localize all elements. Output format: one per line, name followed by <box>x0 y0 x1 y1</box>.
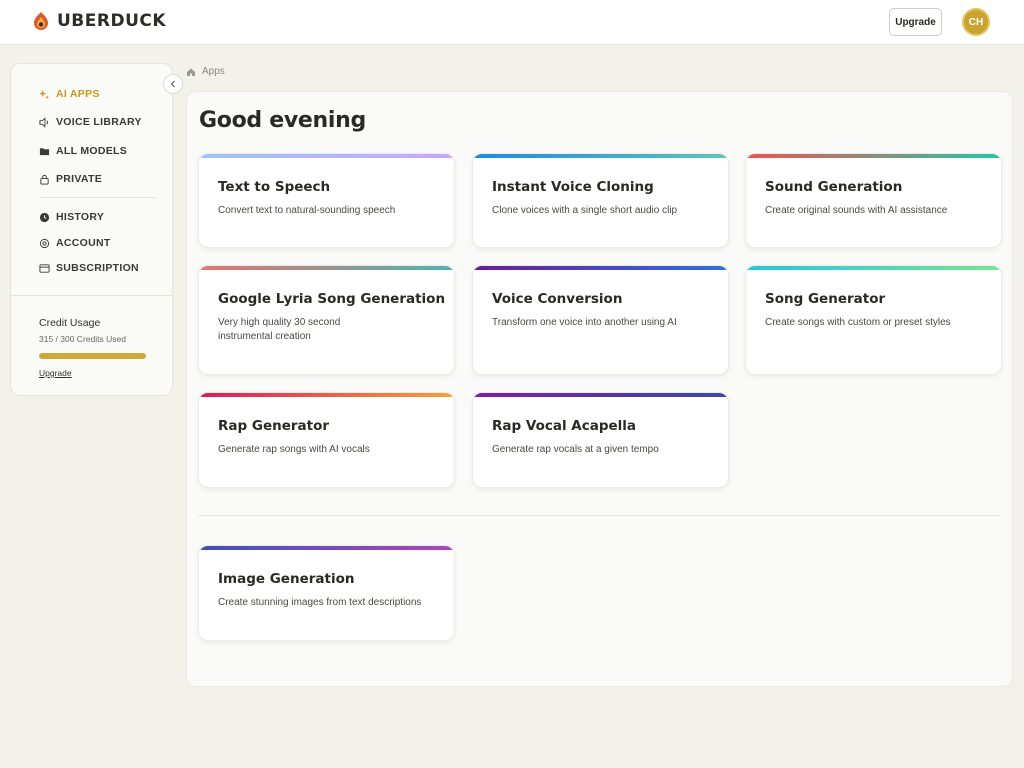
top-bar: UBERDUCK Upgrade CH <box>0 0 1024 45</box>
card-accent-bar <box>746 154 1001 158</box>
card-title: Rap Generator <box>218 418 330 434</box>
card-accent-bar <box>473 266 728 270</box>
card-title: Rap Vocal Acapella <box>492 418 637 434</box>
sidebar-item-ai-apps[interactable]: AI APPS <box>39 85 100 103</box>
card-accent-bar <box>746 266 1001 270</box>
app-card-image-generation[interactable]: Image Generation Create stunning images … <box>198 545 455 641</box>
breadcrumb: Apps <box>186 66 225 77</box>
credit-usage-bar <box>39 353 146 359</box>
sidebar-item-label: VOICE LIBRARY <box>56 116 142 128</box>
sidebar-item-all-models[interactable]: ALL MODELS <box>39 142 127 160</box>
upgrade-button[interactable]: Upgrade <box>889 8 942 36</box>
home-icon[interactable] <box>186 67 196 77</box>
card-accent-bar <box>199 154 454 158</box>
app-card-song-generator[interactable]: Song Generator Create songs with custom … <box>745 265 1002 375</box>
sidebar-section-divider <box>11 295 172 296</box>
sidebar-item-label: SUBSCRIPTION <box>56 262 139 274</box>
card-accent-bar <box>473 393 728 397</box>
card-title: Text to Speech <box>218 179 331 195</box>
card-accent-bar <box>199 546 454 550</box>
lock-icon <box>40 174 49 185</box>
folder-icon <box>39 147 50 155</box>
user-avatar[interactable]: CH <box>962 8 990 36</box>
card-accent-bar <box>473 154 728 158</box>
app-card-google-lyria-song-generation[interactable]: Google Lyria Song Generation Very high q… <box>198 265 455 375</box>
card-description: Create stunning images from text descrip… <box>218 597 422 608</box>
sparkle-icon <box>39 89 50 99</box>
card-title: Google Lyria Song Generation <box>218 291 446 307</box>
app-card-instant-voice-cloning[interactable]: Instant Voice Cloning Clone voices with … <box>472 153 729 248</box>
card-title: Voice Conversion <box>492 291 623 307</box>
gear-icon <box>39 238 50 248</box>
app-card-voice-conversion[interactable]: Voice Conversion Transform one voice int… <box>472 265 729 375</box>
card-title: Song Generator <box>765 291 886 307</box>
card-title: Instant Voice Cloning <box>492 179 654 195</box>
card-description: Very high quality 30 second instrumental… <box>218 317 341 342</box>
brand-logo[interactable]: UBERDUCK <box>31 11 166 31</box>
sidebar-item-label: PRIVATE <box>56 173 103 185</box>
section-divider <box>198 515 1001 516</box>
brand-name: UBERDUCK <box>57 11 167 31</box>
uberduck-logo-icon <box>34 12 48 30</box>
credit-usage-title: Credit Usage <box>39 317 101 329</box>
card-title: Image Generation <box>218 571 355 587</box>
credit-upgrade-link[interactable]: Upgrade <box>39 368 72 378</box>
app-card-rap-vocal-acapella[interactable]: Rap Vocal Acapella Generate rap vocals a… <box>472 392 729 488</box>
app-card-text-to-speech[interactable]: Text to Speech Convert text to natural-s… <box>198 153 455 248</box>
sidebar-item-history[interactable]: HISTORY <box>39 208 104 226</box>
sidebar-item-label: AI APPS <box>56 88 100 100</box>
sidebar-item-label: HISTORY <box>56 211 105 223</box>
main-panel: Good evening Text to Speech Convert text… <box>186 91 1013 687</box>
card-description: Generate rap songs with AI vocals <box>218 444 370 455</box>
page-title: Good evening <box>199 108 366 133</box>
clock-icon <box>39 212 50 222</box>
sidebar-item-account[interactable]: ACCOUNT <box>39 234 111 252</box>
card-icon <box>39 263 50 273</box>
card-description: Create original sounds with AI assistanc… <box>765 205 948 216</box>
sidebar-item-label: ALL MODELS <box>56 145 128 157</box>
card-description: Convert text to natural-sounding speech <box>218 205 396 216</box>
credit-usage-fill <box>39 353 146 359</box>
app-card-rap-generator[interactable]: Rap Generator Generate rap songs with AI… <box>198 392 455 488</box>
sidebar-item-private[interactable]: PRIVATE <box>39 170 102 188</box>
card-description: Transform one voice into another using A… <box>492 317 677 328</box>
card-description: Clone voices with a single short audio c… <box>492 205 678 216</box>
sidebar-item-voice-library[interactable]: VOICE LIBRARY <box>39 113 142 131</box>
card-description: Generate rap vocals at a given tempo <box>492 444 659 455</box>
card-description: Create songs with custom or preset style… <box>765 317 951 328</box>
card-title: Sound Generation <box>765 179 903 195</box>
credit-usage-count: 315 / 300 Credits Used <box>39 334 126 344</box>
sidebar-collapse-button[interactable] <box>163 74 183 94</box>
chevron-left-icon <box>170 80 175 88</box>
app-card-sound-generation[interactable]: Sound Generation Create original sounds … <box>745 153 1002 248</box>
speaker-icon <box>39 116 48 128</box>
sidebar: AI APPS VOICE LIBRARY ALL MODELS PRIVATE… <box>10 63 173 396</box>
sidebar-item-subscription[interactable]: SUBSCRIPTION <box>39 259 139 277</box>
sidebar-item-label: ACCOUNT <box>56 237 111 249</box>
card-accent-bar <box>199 266 454 270</box>
sidebar-divider <box>39 197 155 198</box>
breadcrumb-apps[interactable]: Apps <box>202 66 225 77</box>
card-accent-bar <box>199 393 454 397</box>
